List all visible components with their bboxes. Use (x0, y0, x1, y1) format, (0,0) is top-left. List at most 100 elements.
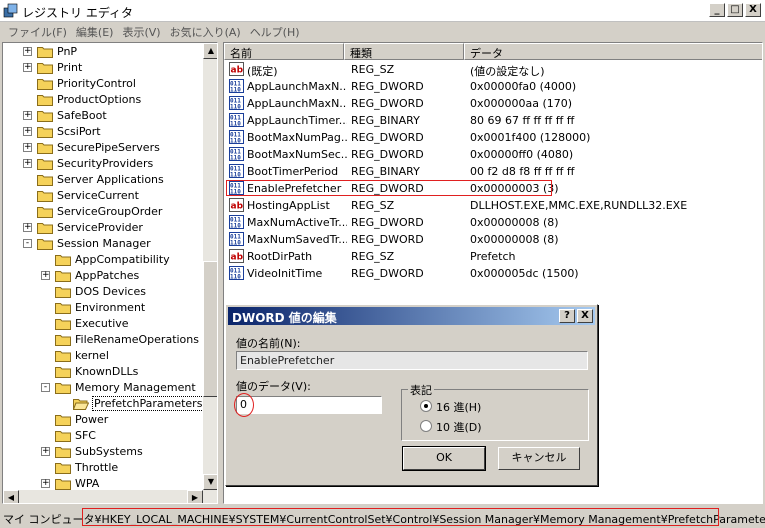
scroll-up-arrow-icon[interactable]: ▲ (203, 43, 217, 59)
tree-item[interactable]: Executive (3, 316, 203, 332)
expand-icon[interactable]: + (23, 159, 32, 168)
tree-item[interactable]: KnownDLLs (3, 364, 203, 380)
collapse-icon[interactable]: - (23, 239, 32, 248)
tree-item[interactable]: - Memory Management (3, 380, 203, 396)
column-data-header[interactable]: データ (464, 43, 762, 60)
tree-item[interactable]: - Session Manager (3, 236, 203, 252)
value-row[interactable]: 011 110 BootTimerPeriod REG_BINARY 00 f2 d8 … (224, 163, 762, 180)
column-name-header[interactable]: 名前 (224, 43, 344, 60)
value-type: REG_DWORD (351, 131, 424, 144)
decimal-radio[interactable] (420, 420, 432, 432)
value-row[interactable]: 011 110 MaxNumSavedTr... REG_DWORD 0x0000000… (224, 231, 762, 248)
expand-icon[interactable]: + (41, 479, 50, 488)
tree-item-label: ScsiPort (57, 125, 101, 138)
expand-icon[interactable]: + (23, 63, 32, 72)
tree-item[interactable]: ServiceGroupOrder (3, 204, 203, 220)
data-input-highlight-circle (234, 393, 254, 417)
value-row[interactable]: 011 110 MaxNumActiveTr... REG_DWORD 0x000000… (224, 214, 762, 231)
value-row[interactable]: ab RootDirPath REG_SZ Prefetch (224, 248, 762, 265)
expand-icon[interactable]: + (23, 127, 32, 136)
tree-vertical-scrollbar[interactable]: ▲ ▼ (203, 43, 217, 490)
menu-view[interactable]: 表示(V) (120, 22, 167, 41)
value-row[interactable]: 011 110 EnablePrefetcher REG_DWORD 0x0000000… (224, 180, 762, 197)
title-bar: レジストリ エディタ _ □ X (0, 0, 765, 22)
tree-item[interactable]: + ServiceProvider (3, 220, 203, 236)
value-type: REG_SZ (351, 199, 395, 212)
folder-icon (37, 109, 53, 122)
value-data: 00 f2 d8 f8 ff ff ff ff (470, 165, 575, 178)
menu-file[interactable]: ファイル(F) (6, 22, 74, 41)
value-data: 0x00000008 (8) (470, 216, 559, 229)
tree-item[interactable]: Server Applications (3, 172, 203, 188)
dialog-help-button[interactable]: ? (559, 309, 575, 323)
minimize-button[interactable]: _ (709, 3, 725, 17)
svg-text:110: 110 (230, 138, 241, 145)
tree-item[interactable]: ServiceCurrent (3, 188, 203, 204)
cancel-button[interactable]: キャンセル (498, 447, 580, 470)
value-row[interactable]: ab HostingAppList REG_SZ DLLHOST.EXE,MMC.EX… (224, 197, 762, 214)
value-name: (既定) (247, 65, 278, 78)
window-title: レジストリ エディタ (22, 6, 133, 20)
tree-item-label: SubSystems (75, 445, 143, 458)
value-data: 0x000000aa (170) (470, 97, 573, 110)
folder-icon (55, 269, 71, 282)
tree-item[interactable]: Environment (3, 300, 203, 316)
expand-icon[interactable]: + (23, 223, 32, 232)
expand-icon[interactable]: + (41, 271, 50, 280)
key-tree-pane[interactable]: + PnP + Print PriorityControl ProductOptions +… (2, 42, 218, 504)
value-row[interactable]: 011 110 VideoInitTime REG_DWORD 0x000005dc (… (224, 265, 762, 282)
expand-icon[interactable]: + (41, 447, 50, 456)
maximize-button[interactable]: □ (727, 3, 743, 17)
expand-icon[interactable]: + (23, 47, 32, 56)
collapse-icon[interactable]: - (41, 383, 50, 392)
tree-item[interactable]: + SecurePipeServers (3, 140, 203, 156)
tree-horizontal-scrollbar[interactable]: ◀ ▶ (3, 490, 217, 503)
value-row[interactable]: 011 110 AppLaunchMaxN... REG_DWORD 0x000000a… (224, 95, 762, 112)
tree-item[interactable]: Throttle (3, 460, 203, 476)
tree-item[interactable]: PrefetchParameters (3, 396, 205, 412)
tree-item[interactable]: + SubSystems (3, 444, 203, 460)
value-data: DLLHOST.EXE,MMC.EXE,RUNDLL32.EXE (470, 199, 688, 212)
ok-button[interactable]: OK (402, 446, 486, 471)
tree-item[interactable]: DOS Devices (3, 284, 203, 300)
value-row[interactable]: ab (既定) REG_SZ (値の設定なし) (224, 61, 762, 78)
close-button[interactable]: X (745, 3, 761, 17)
column-type-header[interactable]: 種類 (344, 43, 464, 60)
tree-item[interactable]: + AppPatches (3, 268, 203, 284)
tree-scroll-thumb[interactable] (203, 261, 217, 397)
folder-icon (55, 333, 71, 346)
menu-edit[interactable]: 編集(E) (74, 22, 121, 41)
menu-favorites[interactable]: お気に入り(A) (168, 22, 248, 41)
scroll-left-arrow-icon[interactable]: ◀ (3, 490, 19, 503)
value-row[interactable]: 011 110 BootMaxNumPag... REG_DWORD 0x0001f40… (224, 129, 762, 146)
tree-item[interactable]: + SafeBoot (3, 108, 203, 124)
value-data-input[interactable]: 0 (236, 396, 382, 414)
value-row[interactable]: 011 110 BootMaxNumSec... REG_DWORD 0x00000ff… (224, 146, 762, 163)
tree-item[interactable]: AppCompatibility (3, 252, 203, 268)
tree-item[interactable]: FileRenameOperations (3, 332, 203, 348)
expand-icon[interactable]: + (23, 143, 32, 152)
tree-item[interactable]: + ScsiPort (3, 124, 203, 140)
scroll-down-arrow-icon[interactable]: ▼ (203, 474, 217, 490)
value-name: AppLaunchTimer... (247, 114, 347, 127)
value-row[interactable]: 011 110 AppLaunchTimer... REG_BINARY 80 69 6… (224, 112, 762, 129)
value-name: AppLaunchMaxN... (247, 97, 347, 110)
tree-item[interactable]: SFC (3, 428, 203, 444)
tree-item[interactable]: + PnP (3, 44, 203, 60)
hex-radio-label[interactable]: 16 進(H) (436, 399, 481, 415)
tree-item[interactable]: + Print (3, 60, 203, 76)
tree-item[interactable]: + SecurityProviders (3, 156, 203, 172)
tree-item[interactable]: ProductOptions (3, 92, 203, 108)
value-row[interactable]: 011 110 AppLaunchMaxN... REG_DWORD 0x00000fa… (224, 78, 762, 95)
dialog-close-button[interactable]: X (577, 309, 593, 323)
tree-item[interactable]: PriorityControl (3, 76, 203, 92)
expand-icon[interactable]: + (23, 111, 32, 120)
menu-help[interactable]: ヘルプ(H) (248, 22, 307, 41)
folder-icon (55, 301, 71, 314)
hex-radio[interactable] (420, 400, 432, 412)
folder-icon (37, 141, 53, 154)
scroll-right-arrow-icon[interactable]: ▶ (187, 490, 203, 503)
tree-item[interactable]: kernel (3, 348, 203, 364)
decimal-radio-label[interactable]: 10 進(D) (436, 419, 482, 435)
tree-item[interactable]: Power (3, 412, 203, 428)
